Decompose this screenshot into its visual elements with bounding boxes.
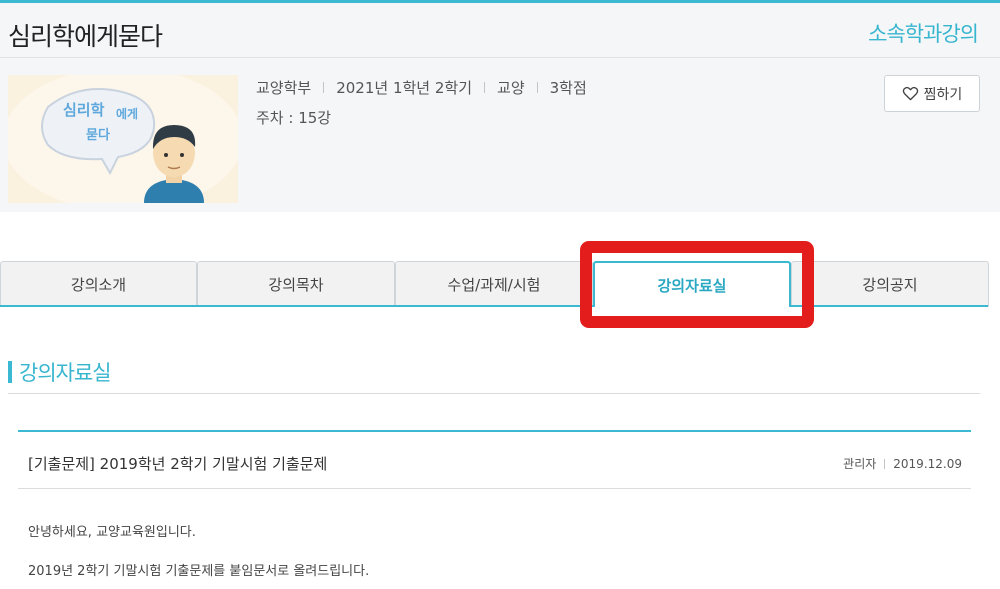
tab-class-assignments-exams[interactable]: 수업/과제/시험 bbox=[395, 261, 593, 307]
page-header: 심리학에게묻다 소속학과강의 bbox=[0, 3, 1000, 58]
post-author: 관리자 bbox=[843, 457, 877, 471]
section-heading-text: 강의자료실 bbox=[19, 361, 112, 385]
course-meta: 교양학부 2021년 1학년 2학기 교양 3학점 bbox=[256, 77, 587, 98]
department-courses-link[interactable]: 소속학과강의 bbox=[868, 18, 979, 48]
thumbnail-text-2: 에게 bbox=[116, 106, 138, 121]
post-date: 2019.12.09 bbox=[893, 456, 962, 471]
thumbnail-text-1: 심리학 bbox=[63, 101, 105, 119]
tab-intro[interactable]: 강의소개 bbox=[0, 261, 197, 307]
meta-separator bbox=[484, 82, 486, 93]
meta-separator bbox=[884, 458, 886, 469]
course-info-panel: 심리학 에게 묻다 교양학부 2021년 1학년 2학기 교양 3학점 주차 :… bbox=[0, 58, 1000, 212]
meta-separator bbox=[323, 82, 325, 93]
course-credits: 3학점 bbox=[549, 79, 587, 97]
post-header: [기출문제] 2019학년 2학기 기말시험 기출문제 관리자 2019.12.… bbox=[18, 432, 971, 489]
course-weeks: 주차 : 15강 bbox=[256, 109, 332, 127]
post-paragraph: 안녕하세요, 교양교육원입니다. bbox=[28, 525, 196, 540]
material-post: [기출문제] 2019학년 2학기 기말시험 기출문제 관리자 2019.12.… bbox=[18, 430, 971, 589]
post-paragraph: 2019년 2학기 기말시험 기출문제를 붙임문서로 올려드립니다. bbox=[28, 564, 370, 579]
course-term: 2021년 1학년 2학기 bbox=[336, 79, 473, 97]
course-category: 교양 bbox=[497, 79, 525, 97]
post-title: [기출문제] 2019학년 2학기 기말시험 기출문제 bbox=[28, 455, 328, 473]
post-meta: 관리자 2019.12.09 bbox=[843, 455, 962, 472]
course-thumbnail: 심리학 에게 묻다 bbox=[8, 75, 238, 203]
course-title: 심리학에게묻다 bbox=[8, 22, 163, 51]
meta-separator bbox=[536, 82, 538, 93]
heart-icon bbox=[902, 86, 918, 101]
section-divider bbox=[8, 393, 980, 394]
tab-contents[interactable]: 강의목차 bbox=[197, 261, 395, 307]
tab-notices[interactable]: 강의공지 bbox=[791, 261, 989, 307]
wishlist-label: 찜하기 bbox=[923, 86, 963, 103]
thumbnail-text-3: 묻다 bbox=[86, 127, 110, 143]
course-department: 교양학부 bbox=[256, 79, 312, 97]
section-heading: 강의자료실 bbox=[8, 359, 112, 385]
post-body: 안녕하세요, 교양교육원입니다. 2019년 2학기 기말시험 기출문제를 붙임… bbox=[18, 489, 971, 581]
section-heading-bar bbox=[8, 361, 12, 383]
tab-materials[interactable]: 강의자료실 bbox=[593, 261, 791, 307]
wishlist-button[interactable]: 찜하기 bbox=[884, 75, 980, 112]
course-tabs: 강의소개 강의목차 수업/과제/시험 강의자료실 강의공지 bbox=[0, 261, 1000, 307]
